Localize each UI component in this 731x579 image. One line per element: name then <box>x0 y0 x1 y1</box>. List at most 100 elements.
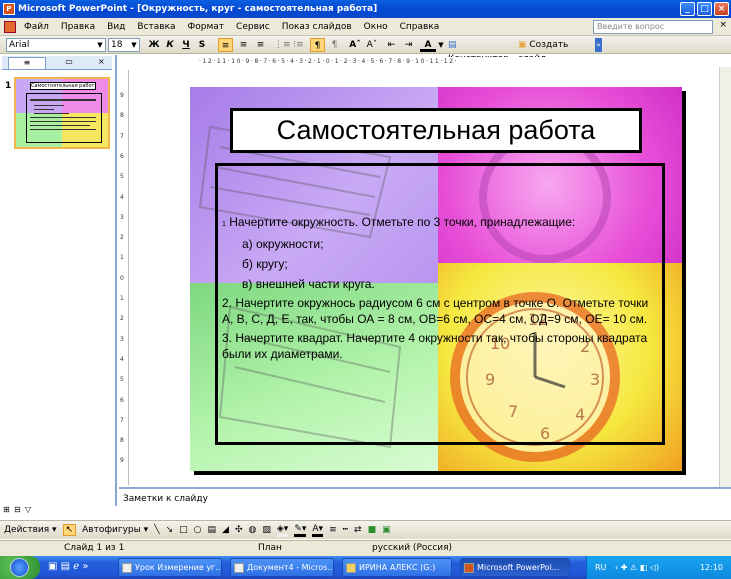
chevron-down-icon[interactable]: ▼ <box>95 39 105 51</box>
shrink-font-button[interactable]: Aˇ <box>364 38 380 52</box>
menu-file[interactable]: Файл <box>18 22 55 32</box>
fill-color-icon[interactable]: ◈▾ <box>276 524 289 537</box>
slide-title[interactable]: Самостоятельная работа <box>230 108 642 153</box>
slide-canvas[interactable]: 12 2 3 467 9 10 Самостоятельная работа 1 На… <box>190 87 682 471</box>
diagram-icon[interactable]: ✣ <box>235 525 243 535</box>
task-label: Microsoft PowerPoi... <box>477 563 560 572</box>
align-left-icon[interactable]: ≡ <box>218 38 233 52</box>
outline-tab-icon[interactable]: ≡ <box>8 57 46 69</box>
menu-window[interactable]: Окно <box>358 22 394 32</box>
rectangle-icon[interactable]: □ <box>179 525 188 535</box>
menu-insert[interactable]: Вставка <box>131 22 181 32</box>
slide-thumbnail[interactable]: Самостоятельная работа <box>14 77 110 149</box>
maximize-button[interactable]: □ <box>697 2 712 16</box>
grow-font-button[interactable]: Aˆ <box>347 38 363 52</box>
normal-view-icon[interactable]: ⊞ <box>3 505 10 514</box>
status-design: План <box>258 543 282 553</box>
font-name-select[interactable]: Arial ▼ <box>6 38 106 52</box>
task-button[interactable]: Урок Измерение уг... <box>118 558 222 577</box>
line-style-icon[interactable]: ≡ <box>329 525 337 535</box>
powerpoint-app-icon[interactable]: P <box>3 3 15 15</box>
dash-style-icon[interactable]: ┅ <box>343 525 348 535</box>
ruler-tick-label: 4 <box>120 193 124 201</box>
picture-icon[interactable]: ▨ <box>262 525 271 535</box>
arrow-icon[interactable]: ↘ <box>166 525 174 535</box>
taskbar: ▣ ▤ ℯ » Урок Измерение уг... Документ4 -… <box>0 556 731 579</box>
list-item: в) внешней части круга. <box>242 277 375 291</box>
task-button-active[interactable]: Microsoft PowerPoi... <box>460 558 570 577</box>
line-icon[interactable]: ╲ <box>154 525 159 535</box>
slides-tab-icon[interactable]: ▭ <box>50 57 88 69</box>
font-size-select[interactable]: 18 ▼ <box>108 38 140 52</box>
bold-button[interactable]: Ж <box>148 38 160 52</box>
decrease-indent-icon[interactable]: ⇤ <box>384 38 399 52</box>
menu-help[interactable]: Справка <box>394 22 446 32</box>
task-button[interactable]: Документ4 - Micros... <box>230 558 334 577</box>
ruler-tick-label: 9 <box>120 457 124 465</box>
rtl-icon[interactable]: ¶ <box>327 38 342 52</box>
close-panel-icon[interactable]: × <box>98 57 105 66</box>
increase-indent-icon[interactable]: ⇥ <box>401 38 416 52</box>
font-color-icon[interactable]: A <box>420 38 436 52</box>
toolbar-options-icon[interactable]: » <box>595 38 602 52</box>
clipart-icon[interactable]: ◍ <box>248 525 256 535</box>
3d-icon[interactable]: ▣ <box>382 525 391 535</box>
new-slide-button[interactable]: ▣ Создать слайд <box>518 38 593 64</box>
document-icon[interactable] <box>4 20 16 33</box>
ruler-tick-label: 7 <box>120 416 124 424</box>
chevron-down-icon[interactable]: ▼ <box>129 39 139 51</box>
windows-logo-icon <box>10 558 29 577</box>
ruler-tick-label: 5 <box>120 376 124 384</box>
bullet-list-icon[interactable]: ⁝≡ <box>291 38 306 52</box>
close-button[interactable]: × <box>714 2 729 16</box>
item-text: Начертите окружность. Отметьте по 3 точк… <box>229 215 576 229</box>
folder-icon <box>346 563 356 573</box>
align-center-icon[interactable]: ≡ <box>236 38 251 52</box>
shadow-icon[interactable]: ■ <box>368 525 377 535</box>
menu-edit[interactable]: Правка <box>55 22 101 32</box>
doc-close-icon[interactable]: × <box>719 20 727 30</box>
menu-slideshow[interactable]: Показ слайдов <box>276 22 358 32</box>
clock: 12:10 <box>699 563 723 572</box>
textbox-icon[interactable]: ▤ <box>208 525 217 535</box>
font-color-icon[interactable]: A▾ <box>312 524 324 537</box>
shadow-button[interactable]: S <box>196 38 208 52</box>
actions-menu[interactable]: Действия ▾ <box>4 525 57 535</box>
underline-button[interactable]: Ч <box>180 38 192 52</box>
autoshapes-label: Автофигуры <box>82 525 141 535</box>
chevron-down-icon[interactable]: ▼ <box>437 38 445 52</box>
select-pointer-icon[interactable]: ↖ <box>62 524 77 536</box>
designer-button[interactable]: ▤ Конструктор <box>448 38 518 64</box>
ruler-tick-label: 3 <box>120 213 124 221</box>
list-item: 3. Начертите квадрат. Начертите 4 окружн… <box>222 331 648 361</box>
oval-icon[interactable]: ○ <box>194 525 202 535</box>
vertical-scrollbar[interactable] <box>719 67 731 487</box>
quick-launch-icons[interactable]: ▣ ▤ ℯ » <box>48 561 88 572</box>
text-direction-icon[interactable]: ¶ <box>310 38 325 52</box>
menu-format[interactable]: Формат <box>182 22 231 32</box>
help-search-input[interactable]: Введите вопрос <box>593 20 713 34</box>
ruler-tick-label: 8 <box>120 112 124 120</box>
horizontal-ruler: ·12·11·10·9·8·7·6·5·4·3·2·1·0·1·2·3·4·5·… <box>119 57 731 67</box>
align-right-icon[interactable]: ≡ <box>253 38 268 52</box>
slideshow-view-icon[interactable]: ▽ <box>25 505 31 514</box>
start-button[interactable] <box>0 556 40 579</box>
menu-tools[interactable]: Сервис <box>230 22 276 32</box>
autoshapes-menu[interactable]: Автофигуры ▾ <box>82 525 148 535</box>
tray-icons[interactable]: ‹ ✚ ⚠ ◧ ◁) <box>615 556 659 579</box>
language-indicator[interactable]: RU <box>595 556 606 579</box>
ruler-tick-label: 4 <box>120 355 124 363</box>
sorter-view-icon[interactable]: ⊟ <box>14 505 21 514</box>
task-button[interactable]: ИРИНА АЛЕКС (G:) <box>342 558 452 577</box>
arrow-style-icon[interactable]: ⇄ <box>354 525 362 535</box>
minimize-button[interactable]: _ <box>680 2 695 16</box>
italic-button[interactable]: К <box>164 38 176 52</box>
notes-pane[interactable]: Заметки к слайду <box>119 487 731 520</box>
line-color-icon[interactable]: ✎▾ <box>294 524 307 537</box>
numbered-list-icon[interactable]: ⋮≡ <box>274 38 291 52</box>
wordart-icon[interactable]: ◢ <box>222 525 229 535</box>
menu-view[interactable]: Вид <box>101 22 131 32</box>
ruler-tick-label: 3 <box>120 335 124 343</box>
powerpoint-icon <box>464 563 474 573</box>
formatting-toolbar: Arial ▼ 18 ▼ Ж К Ч S ≡ ≡ ≡ ⋮≡ ⁝≡ ¶ ¶ Aˆ … <box>0 36 731 64</box>
